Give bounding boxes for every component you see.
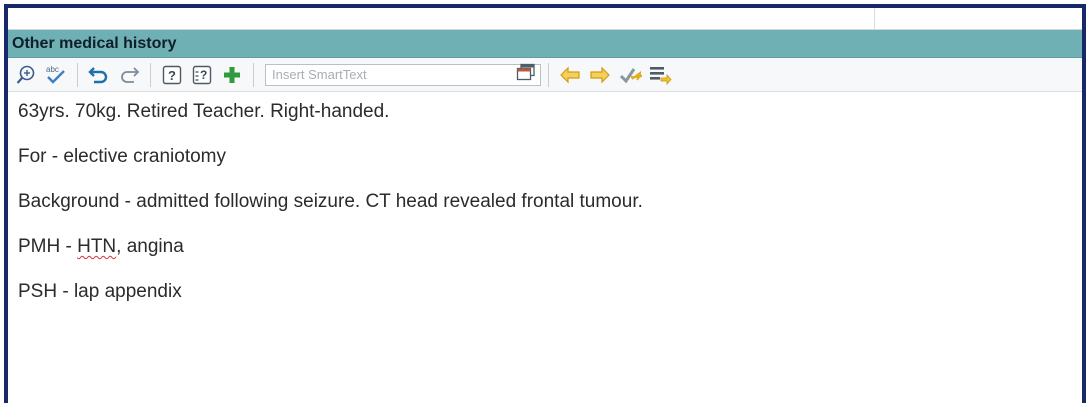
redo-icon[interactable]	[115, 62, 143, 88]
help-list-icon[interactable]: ?	[188, 62, 216, 88]
pmh-prefix: PMH -	[18, 236, 78, 257]
note-line-procedure: For - elective craniotomy	[18, 146, 227, 167]
pmh-suffix: , angina	[116, 236, 184, 257]
undo-icon[interactable]	[85, 62, 113, 88]
note-line-pmh: PMH - HTN, angina	[18, 235, 1082, 259]
svg-text:?: ?	[168, 68, 176, 83]
misspelled-word[interactable]: HTN	[77, 236, 116, 257]
spellcheck-icon[interactable]: abc	[42, 62, 70, 88]
smarttext-field[interactable]	[265, 63, 541, 86]
toolbar: abc ? ?	[8, 58, 1082, 92]
note-body[interactable]: 63yrs. 70kg. Retired Teacher. Right-hand…	[8, 92, 1082, 304]
add-icon[interactable]	[218, 62, 246, 88]
insert-smarttext-icon[interactable]	[516, 63, 536, 86]
section-title: Other medical history	[12, 34, 177, 52]
previous-icon[interactable]	[556, 62, 584, 88]
note-line-psh: PSH - lap appendix	[18, 281, 182, 302]
section-header: Other medical history	[8, 30, 1082, 58]
help-icon[interactable]: ?	[158, 62, 186, 88]
zoom-icon[interactable]	[12, 62, 40, 88]
top-strip	[8, 8, 1082, 30]
note-line-demographics: 63yrs. 70kg. Retired Teacher. Right-hand…	[18, 101, 390, 122]
next-icon[interactable]	[586, 62, 614, 88]
smarttext-input[interactable]	[272, 67, 492, 82]
note-line-background: Background - admitted following seizure.…	[18, 191, 643, 212]
window-frame: Other medical history abc ? ? Insert Sma…	[4, 4, 1086, 403]
accept-icon[interactable]	[616, 62, 644, 88]
svg-text:abc: abc	[46, 65, 59, 74]
svg-text:?: ?	[200, 68, 207, 82]
insert-list-icon[interactable]	[646, 62, 674, 88]
